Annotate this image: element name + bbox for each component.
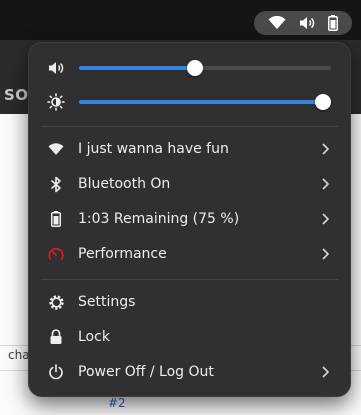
menu-item-label: Settings [78, 294, 136, 310]
menu-item-settings[interactable]: Settings [35, 285, 344, 319]
chevron-right-icon [320, 365, 330, 379]
battery-icon [47, 210, 65, 228]
performance-icon [47, 245, 65, 263]
menu-item-battery[interactable]: 1:03 Remaining (75 %) [35, 202, 344, 236]
chevron-right-icon [320, 142, 330, 156]
volume-row [29, 51, 350, 85]
brightness-row [29, 85, 350, 119]
brightness-icon [47, 93, 65, 111]
menu-item-label: Performance [78, 246, 167, 262]
brightness-slider-fill [79, 100, 331, 104]
menu-item-label: I just wanna have fun [78, 141, 229, 157]
chevron-right-icon [320, 177, 330, 191]
settings-icon [47, 293, 65, 311]
menu-item-wifi[interactable]: I just wanna have fun [35, 132, 344, 166]
power-icon [47, 363, 65, 381]
quick-settings-menu: I just wanna have fun Bluetooth On 1:03 … [28, 42, 351, 397]
menu-separator [41, 279, 338, 280]
volume-slider-fill [79, 66, 195, 70]
volume-slider-handle[interactable] [186, 60, 203, 76]
battery-icon [327, 15, 338, 31]
menu-item-label: 1:03 Remaining (75 %) [78, 211, 240, 227]
menu-item-bluetooth[interactable]: Bluetooth On [35, 167, 344, 201]
lock-icon [47, 328, 65, 346]
volume-icon [299, 16, 315, 30]
chevron-right-icon [320, 247, 330, 261]
background-link[interactable]: #2 [108, 396, 126, 410]
brightness-slider-handle[interactable] [315, 94, 331, 110]
desktop: SOU cha #2 I just wanna have fun Bluetoo… [0, 0, 361, 415]
menu-item-label: Bluetooth On [78, 176, 171, 192]
bluetooth-icon [47, 175, 65, 193]
wifi-icon [47, 140, 65, 158]
menu-item-label: Lock [78, 329, 110, 345]
menu-item-label: Power Off / Log Out [78, 364, 214, 380]
top-bar [0, 0, 361, 40]
menu-item-lock[interactable]: Lock [35, 320, 344, 354]
volume-icon [47, 59, 65, 77]
background-text-snippet: cha [8, 348, 30, 362]
volume-slider[interactable] [79, 57, 331, 79]
system-status-button[interactable] [254, 11, 352, 35]
brightness-slider[interactable] [79, 91, 331, 113]
wifi-icon [268, 16, 286, 30]
menu-separator [41, 126, 338, 127]
menu-item-performance[interactable]: Performance [35, 237, 344, 271]
menu-item-power[interactable]: Power Off / Log Out [35, 355, 344, 389]
chevron-right-icon [320, 212, 330, 226]
